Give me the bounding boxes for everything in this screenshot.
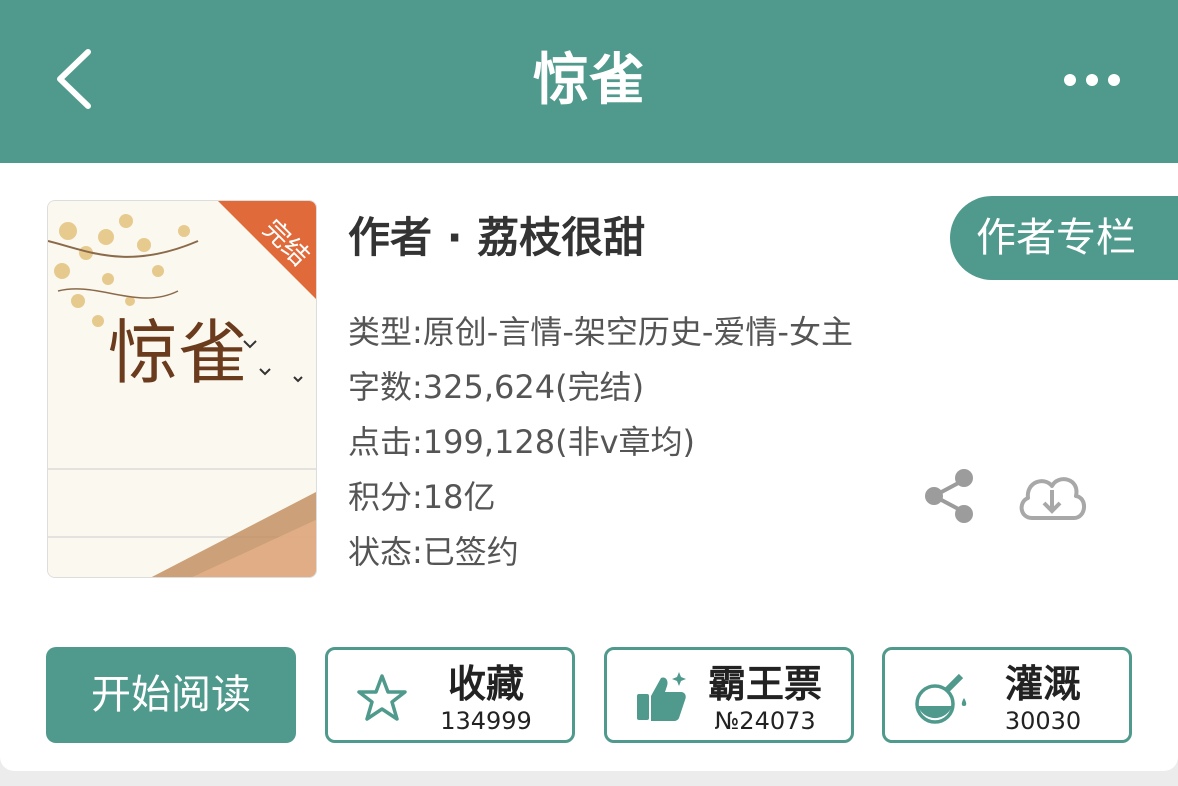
page-title: 惊雀 [533, 48, 645, 113]
collect-count: 134999 [440, 707, 532, 735]
vote-label: 霸王票 [707, 662, 822, 706]
flask-icon [915, 673, 967, 724]
more-button[interactable] [1058, 58, 1128, 102]
points: 积分:18亿 [348, 478, 496, 516]
water-button[interactable]: 灌溉 30030 [882, 647, 1132, 743]
cover-illustration: 完结 惊雀 [48, 201, 316, 577]
water-label: 灌溉 [1004, 662, 1081, 706]
book-cover[interactable]: 完结 惊雀 [47, 200, 317, 578]
book-type: 类型:原创-言情-架空历史-爱情-女主 [348, 313, 853, 351]
water-count: 30030 [1004, 707, 1082, 735]
author-name[interactable]: 作者 · 荔枝很甜 [348, 208, 645, 268]
cloud-download-icon [1019, 477, 1086, 520]
sign-status: 状态:已签约 [348, 533, 519, 571]
cover-title: 惊雀 [108, 312, 248, 394]
download-button[interactable] [1014, 466, 1090, 526]
more-dots-icon [1064, 74, 1120, 86]
click-count: 点击:199,128(非v章均) [348, 423, 696, 461]
author-column-button[interactable]: 作者专栏 [950, 196, 1178, 280]
vote-button[interactable]: 霸王票 №24073 [604, 647, 854, 743]
star-icon [357, 674, 407, 721]
collect-label: 收藏 [447, 662, 524, 706]
vote-count: №24073 [714, 707, 816, 735]
start-reading-button[interactable]: 开始阅读 [46, 647, 296, 743]
word-count: 字数:325,624(完结) [348, 368, 645, 406]
share-icon [925, 469, 973, 523]
collect-button[interactable]: 收藏 134999 [325, 647, 575, 743]
thumbs-up-icon [637, 672, 686, 721]
share-button[interactable] [918, 466, 982, 526]
top-bar: 惊雀 [0, 0, 1178, 163]
